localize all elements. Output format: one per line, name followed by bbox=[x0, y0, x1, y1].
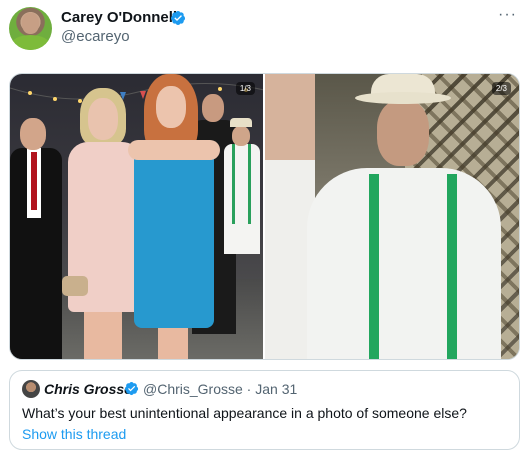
verified-badge-icon bbox=[171, 11, 186, 25]
guard-tie bbox=[31, 152, 37, 210]
man-in-hat-with-suspenders bbox=[299, 74, 509, 359]
verified-badge-icon bbox=[124, 381, 139, 396]
woman-blue-dress bbox=[128, 74, 220, 359]
author-avatar[interactable] bbox=[9, 7, 52, 50]
quoted-tweet-text: What’s your best unintentional appearanc… bbox=[22, 405, 467, 421]
w1-legs bbox=[84, 310, 122, 359]
p2-shirt bbox=[307, 168, 501, 359]
w2-legs bbox=[158, 324, 188, 359]
mini-hat bbox=[230, 118, 252, 127]
w1-bag bbox=[62, 276, 88, 296]
tweet-header: Carey O'Donnell @ecareyo ··· bbox=[0, 0, 529, 60]
photo-1[interactable]: 1/3 bbox=[10, 74, 263, 359]
quoted-author-avatar[interactable] bbox=[22, 380, 40, 398]
mini-body bbox=[224, 144, 260, 254]
avatar-face bbox=[22, 13, 39, 34]
more-dots-icon[interactable]: ··· bbox=[498, 6, 517, 24]
show-thread-link[interactable]: Show this thread bbox=[22, 425, 126, 443]
p2-suspender-left bbox=[369, 174, 379, 359]
photo-counter: 2/3 bbox=[491, 82, 511, 95]
p2-suspender-right bbox=[447, 174, 457, 359]
w2-face bbox=[156, 86, 186, 128]
w2-arms bbox=[128, 140, 220, 160]
photo-counter: 1/3 bbox=[235, 82, 255, 95]
quoted-author-name[interactable]: Chris Grosse bbox=[44, 381, 132, 397]
w1-face bbox=[88, 98, 118, 140]
avatar-shirt bbox=[11, 35, 50, 50]
man-in-suit bbox=[10, 118, 62, 359]
p2-face bbox=[377, 100, 429, 166]
w2-dress bbox=[134, 148, 214, 328]
author-name[interactable]: Carey O'Donnell bbox=[61, 9, 177, 27]
author-handle[interactable]: @ecareyo bbox=[61, 28, 130, 46]
quoted-tweet[interactable]: Chris Grosse @Chris_Grosse · Jan 31 What… bbox=[9, 370, 520, 450]
suspenders-man-small bbox=[222, 118, 262, 268]
mini-suspender-right bbox=[248, 144, 251, 224]
p2-hat-brim bbox=[355, 92, 451, 104]
guard-head bbox=[20, 118, 46, 150]
photo-2[interactable]: 2/3 bbox=[265, 74, 519, 359]
mini-suspender-left bbox=[232, 144, 235, 224]
quoted-author-handle-date[interactable]: @Chris_Grosse · Jan 31 bbox=[143, 381, 297, 397]
media-grid: 1/3 2/3 bbox=[9, 73, 520, 360]
mini-head bbox=[232, 126, 250, 146]
